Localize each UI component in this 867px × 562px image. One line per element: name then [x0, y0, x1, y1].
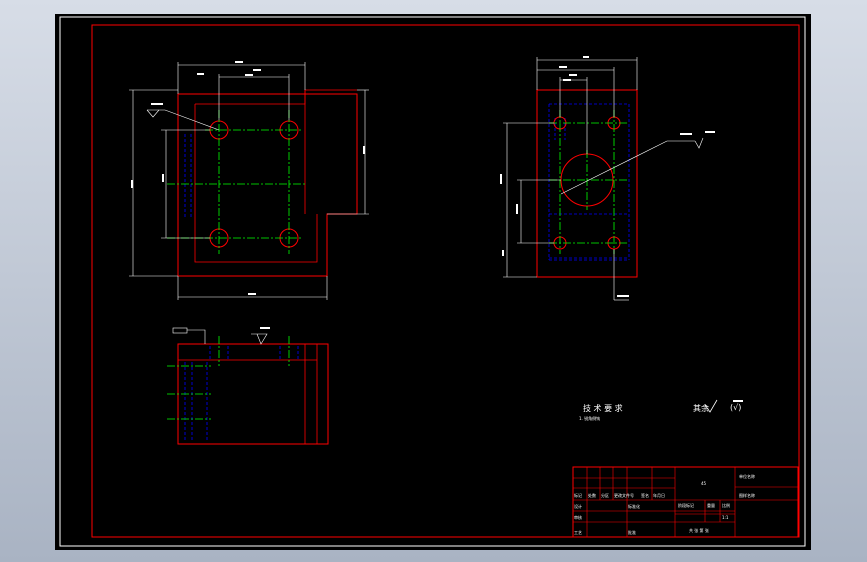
- tb-label: 签名: [641, 492, 649, 498]
- tb-scale-value: 1:1: [722, 515, 729, 520]
- technical-requirements: 技 术 要 求 1. 锐角倒钝: [579, 403, 623, 421]
- side-dimensions: [503, 57, 704, 301]
- tb-material: 45: [701, 481, 707, 486]
- front-dimensions: [129, 62, 369, 300]
- front-centerlines: [167, 110, 305, 254]
- drawing-canvas: 技 术 要 求 1. 锐角倒钝 其余 (√) 标记 处数 分区 更改文件号 签名…: [59, 16, 806, 547]
- tech-requirement-line: 1. 锐角倒钝: [579, 415, 600, 421]
- tb-label: 重量: [707, 502, 715, 508]
- tech-requirements-title: 技 术 要 求: [583, 403, 623, 413]
- tb-label: 比例: [722, 502, 730, 508]
- tb-label: 分区: [601, 492, 609, 498]
- side-view: [503, 57, 704, 301]
- dimension-glyphs: [131, 56, 743, 402]
- datum-box: [172, 327, 188, 334]
- tb-label: 工艺: [574, 530, 582, 535]
- tb-label: 设计: [574, 503, 582, 509]
- tb-label: 阶段标记: [678, 502, 694, 508]
- drawing-border: [91, 24, 800, 538]
- title-block: 标记 处数 分区 更改文件号 签名 年月日 设计 标准化 审核 工艺 批准 阶段…: [572, 466, 799, 538]
- tb-label: 批准: [628, 529, 636, 535]
- tb-label: 处数: [588, 492, 596, 498]
- tb-part-name: 图样名称: [739, 492, 755, 498]
- tb-sheet-count: 共 张 第 张: [689, 527, 709, 533]
- front-view: [129, 62, 369, 300]
- tb-label: 标准化: [628, 503, 640, 509]
- tb-label: 更改文件号: [614, 492, 634, 498]
- tb-company: 单位名称: [739, 473, 755, 479]
- tb-label: 年月日: [653, 492, 665, 498]
- tb-label: 标记: [574, 492, 582, 498]
- roughness-prefix: 其余: [693, 403, 709, 413]
- front-view-outline: [177, 93, 358, 277]
- cad-viewport[interactable]: 技 术 要 求 1. 锐角倒钝 其余 (√) 标记 处数 分区 更改文件号 签名…: [55, 14, 811, 550]
- tb-label: 审核: [574, 514, 582, 520]
- roughness-suffix: (√): [730, 403, 741, 412]
- top-view: [167, 327, 329, 445]
